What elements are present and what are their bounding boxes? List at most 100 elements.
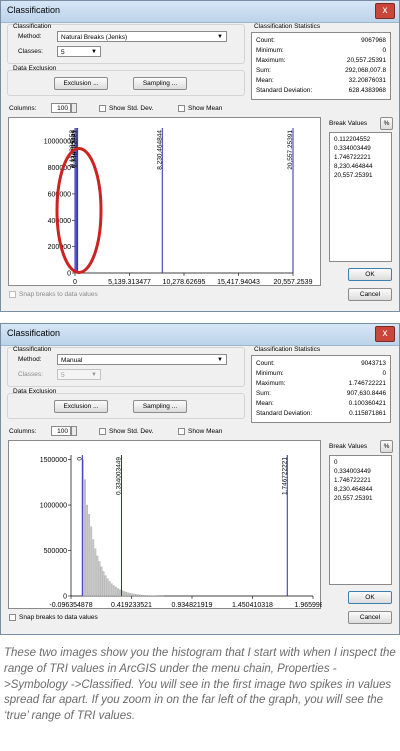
stat-label: Mean: [256, 400, 274, 407]
stat-label: Sum: [256, 390, 271, 397]
cancel-button[interactable]: Cancel [348, 288, 392, 301]
show-std-dev-label: Show Std. Dev. [109, 105, 154, 112]
columns-spinner[interactable] [71, 426, 77, 436]
histogram-bar [135, 594, 138, 597]
close-button[interactable]: x [375, 326, 395, 342]
columns-input[interactable]: 100 [51, 426, 71, 436]
break-value-item[interactable]: 0.334003449 [334, 467, 371, 476]
stat-label: Mean: [256, 77, 274, 84]
histogram-chart[interactable]: 1000000 800000 600000 400000 200000 0 0 5,139.3… [8, 117, 321, 286]
break-value-item[interactable]: 1.746722221 [334, 476, 371, 485]
snap-checkbox[interactable] [9, 291, 16, 298]
chevron-down-icon: ▼ [91, 372, 97, 378]
histogram-bar [106, 578, 109, 597]
stats-title: Classification Statistics [254, 23, 321, 30]
break-values-list[interactable]: 0 0.334003449 1.746722221 8,230.464844 2… [329, 455, 392, 585]
stat-value: 9043713 [361, 360, 386, 367]
histogram-bar [112, 585, 115, 597]
histogram-bar [145, 595, 148, 597]
histogram-bar [88, 513, 91, 597]
show-mean-label: Show Mean [188, 428, 223, 435]
histogram-bar [137, 594, 140, 597]
percent-button[interactable]: % [380, 117, 393, 130]
histogram-chart[interactable]: 1500000 1000000 500000 0 -0.096354878 0.41923… [8, 440, 322, 609]
sampling-button[interactable]: Sampling ... [133, 77, 187, 90]
columns-input[interactable]: 100 [51, 103, 71, 113]
stat-value: 0.115871861 [349, 410, 386, 417]
title-bar[interactable]: Classification x [1, 324, 399, 346]
histogram-bar [92, 539, 95, 597]
histogram-bar [96, 555, 99, 597]
histogram-bar [108, 581, 111, 597]
stat-label: Maximum: [256, 380, 286, 387]
histogram-svg: 100000080000060000040000020000000 5,139.3… [44, 128, 313, 286]
stat-row: Maximum: 20,557.25391 [256, 56, 386, 65]
break-value-item[interactable]: 20,557.25391 [334, 494, 373, 503]
stat-value: 907,630.8446 [346, 390, 386, 397]
histogram-bar [131, 593, 134, 597]
method-label: Method: [18, 356, 42, 363]
y-tick-label: 800000 [48, 165, 71, 172]
break-line-label: 0 [76, 457, 83, 461]
stat-row: Sum: 907,630.8446 [256, 389, 386, 398]
show-mean-checkbox[interactable] [178, 105, 185, 112]
stats-panel: Count: 9043713 Minimum: 0 Maximum: 1.746722… [251, 355, 391, 423]
break-values-label: Break Values [329, 443, 368, 450]
histogram-bar [129, 593, 132, 597]
snap-checkbox[interactable] [9, 614, 16, 621]
cancel-button[interactable]: Cancel [348, 611, 392, 624]
method-label: Method: [18, 33, 42, 40]
break-values-list[interactable]: 0.112204552 0.334003449 1.746722221 8,23… [329, 132, 392, 262]
show-std-dev-checkbox[interactable] [99, 428, 106, 435]
break-value-item[interactable]: 8,230.464844 [334, 162, 373, 171]
classes-dropdown[interactable]: 5 ▼ [57, 46, 101, 57]
histogram-bar [141, 594, 144, 597]
stat-row: Mean: 32.20876031 [256, 76, 386, 85]
method-dropdown[interactable]: Manual ▼ [57, 354, 227, 365]
chevron-down-icon: ▼ [217, 34, 223, 40]
break-value-item[interactable]: 0.334003449 [334, 144, 371, 153]
stat-value: 20,557.25391 [346, 57, 386, 64]
close-button[interactable]: x [375, 3, 395, 19]
break-value-item[interactable]: 0 [334, 458, 338, 467]
classification-group [7, 347, 245, 387]
ok-button[interactable]: OK [348, 268, 392, 281]
histogram-svg: 150000010000005000000-0.096354878 0.41923… [40, 455, 322, 609]
classification-window-1: Classification x Classification Method: … [0, 0, 400, 312]
y-tick-label: 400000 [48, 218, 71, 225]
break-line-label: 0.334003449 [115, 457, 122, 495]
columns-spinner[interactable] [71, 103, 77, 113]
stat-label: Maximum: [256, 57, 286, 64]
x-tick-label: 5,139.313477 [108, 279, 151, 286]
y-tick-label: 0 [67, 271, 71, 278]
histogram-bar [110, 583, 113, 597]
exclusion-button[interactable]: Exclusion ... [54, 400, 108, 413]
sampling-button[interactable]: Sampling ... [133, 400, 187, 413]
stat-value: 9067968 [361, 37, 386, 44]
histogram-bar [119, 589, 121, 597]
histogram-bar [125, 591, 127, 597]
break-value-item[interactable]: 0.112204552 [334, 135, 370, 144]
classes-dropdown: 5 ▼ [57, 369, 101, 380]
title-bar[interactable]: Classification x [1, 1, 399, 23]
columns-label: Columns: [9, 105, 37, 112]
histogram-bar [100, 566, 103, 597]
window-title: Classification [7, 328, 61, 338]
break-value-item[interactable]: 20,557.25391 [334, 171, 373, 180]
stats-panel: Count: 9067968 Minimum: 0 Maximum: 20,557.2… [251, 32, 391, 100]
show-mean-checkbox[interactable] [178, 428, 185, 435]
break-value-item[interactable]: 8,230.464844 [334, 485, 373, 494]
stat-row: Count: 9043713 [256, 359, 386, 368]
exclusion-button[interactable]: Exclusion ... [54, 77, 108, 90]
histogram-bar [127, 592, 129, 597]
histogram-bar [139, 594, 142, 597]
break-value-item[interactable]: 1.746722221 [334, 153, 371, 162]
method-dropdown[interactable]: Natural Breaks (Jenks) ▼ [57, 31, 227, 42]
ok-button[interactable]: OK [348, 591, 392, 604]
percent-button[interactable]: % [380, 440, 393, 453]
histogram-bar [117, 588, 119, 597]
x-tick-label: 20,557.2539 [274, 279, 313, 286]
show-std-dev-checkbox[interactable] [99, 105, 106, 112]
histogram-bar [133, 593, 136, 597]
histogram-bar [84, 479, 86, 597]
